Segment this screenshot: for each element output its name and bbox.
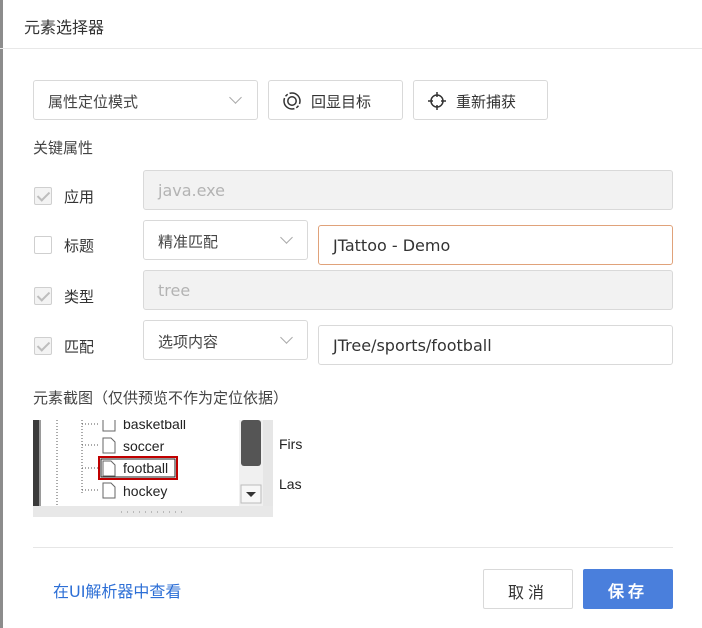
chevron-down-icon — [280, 231, 293, 244]
title-match-mode-value: 精准匹配 — [158, 233, 219, 251]
echo-target-label: 回显目标 — [311, 93, 372, 111]
cancel-button[interactable]: 取消 — [483, 569, 573, 609]
match-checkbox[interactable] — [34, 337, 52, 355]
title-match-mode-select[interactable]: 精准匹配 — [143, 220, 308, 260]
recapture-label: 重新捕获 — [456, 93, 517, 111]
title-value: JTattoo - Demo — [333, 236, 451, 255]
type-checkbox[interactable] — [34, 287, 52, 305]
footer-divider — [33, 547, 673, 548]
window-edge — [0, 0, 3, 628]
match-value-field[interactable]: JTree/sports/football — [318, 325, 673, 365]
dialog-title-bar: 元素选择器 — [0, 0, 702, 49]
app-value-field: java.exe — [143, 170, 673, 210]
tree-item-hockey: hockey — [123, 483, 167, 499]
save-label: 保存 — [607, 582, 648, 601]
match-label: 匹配 — [64, 338, 95, 356]
app-label: 应用 — [64, 188, 95, 206]
tree-item-football: football — [123, 460, 168, 476]
chevron-down-icon — [280, 331, 293, 344]
tree-item-basketball: basketball — [123, 420, 186, 432]
locate-mode-select[interactable]: 属性定位模式 — [33, 80, 258, 120]
tree-item-soccer: soccer — [123, 438, 165, 454]
recapture-button[interactable]: 重新捕获 — [413, 80, 548, 120]
dialog-title: 元素选择器 — [24, 18, 105, 37]
save-button[interactable]: 保存 — [583, 569, 673, 609]
match-mode-value: 选项内容 — [158, 333, 219, 351]
side-label-last: Las — [279, 476, 302, 492]
match-value: JTree/sports/football — [333, 336, 492, 355]
cancel-label: 取消 — [507, 583, 548, 602]
screenshot-heading: 元素截图（仅供预览不作为定位依据） — [33, 389, 289, 407]
title-checkbox[interactable] — [34, 236, 52, 254]
crosshair-icon — [428, 92, 446, 110]
type-value-field: tree — [143, 270, 673, 310]
view-in-ui-parser-link[interactable]: 在UI解析器中查看 — [53, 578, 181, 602]
checkmark-icon — [36, 188, 51, 202]
element-screenshot: basketball soccer football hockey Firs L… — [33, 420, 302, 517]
locate-mode-value: 属性定位模式 — [48, 93, 139, 111]
echo-target-button[interactable]: 回显目标 — [268, 80, 403, 120]
target-ring-icon — [283, 92, 301, 110]
side-label-first: Firs — [279, 436, 302, 452]
type-label: 类型 — [64, 288, 95, 306]
app-checkbox[interactable] — [34, 187, 52, 205]
title-label: 标题 — [64, 237, 95, 255]
title-value-field[interactable]: JTattoo - Demo — [318, 225, 673, 265]
chevron-down-icon — [229, 91, 242, 104]
checkmark-icon — [36, 338, 51, 352]
app-value: java.exe — [158, 181, 225, 200]
key-attributes-heading: 关键属性 — [33, 139, 94, 157]
checkmark-icon — [36, 288, 51, 302]
type-value: tree — [158, 281, 191, 300]
tree-snapshot: basketball soccer football hockey Firs L… — [33, 420, 302, 517]
match-mode-select[interactable]: 选项内容 — [143, 320, 308, 360]
